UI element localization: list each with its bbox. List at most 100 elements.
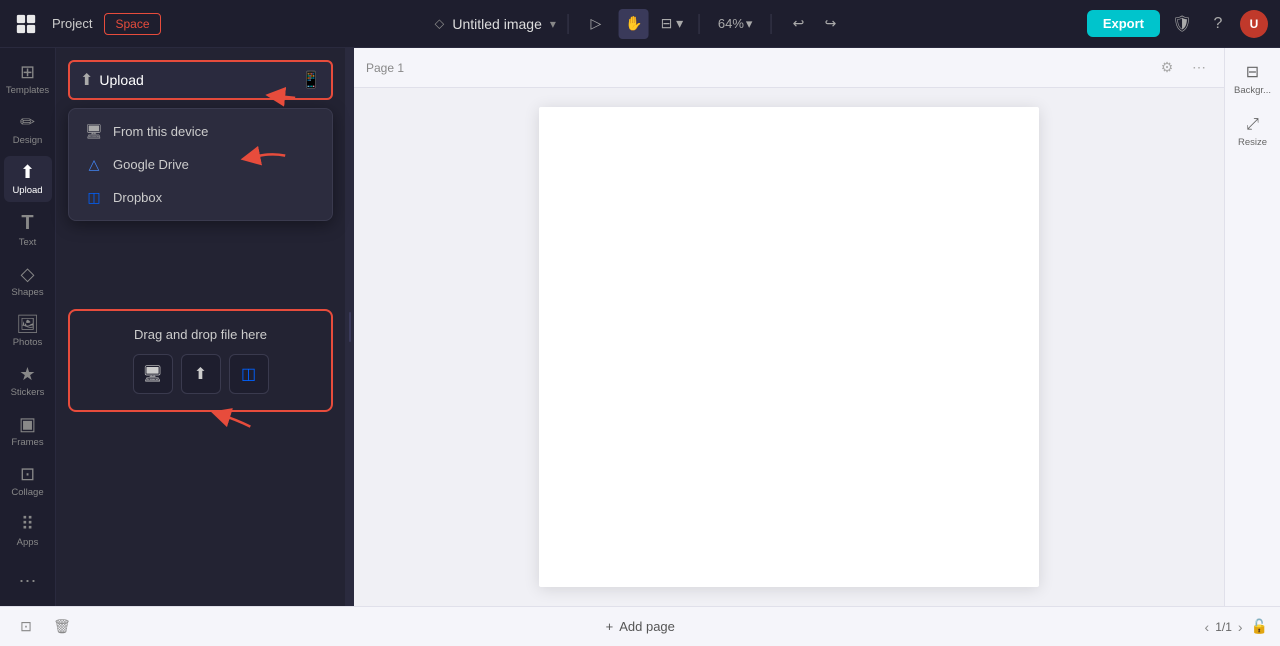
dropdown-gdrive-label: Google Drive bbox=[113, 157, 189, 172]
sidebar-item-upload-label: Upload bbox=[12, 185, 42, 196]
sidebar-item-upload[interactable]: ⬆ Upload bbox=[4, 156, 52, 202]
resize-label: Resize bbox=[1238, 137, 1267, 148]
more-icon: ⋯ bbox=[19, 571, 37, 592]
add-page-label: Add page bbox=[619, 619, 675, 634]
sidebar-item-frames[interactable]: ▣ Frames bbox=[4, 408, 52, 454]
sidebar-item-design-label: Design bbox=[13, 135, 43, 146]
canvas-area: Page 1 ⚙ ⋯ bbox=[354, 48, 1224, 606]
layout-button[interactable]: ⊟ ▾ bbox=[657, 9, 687, 39]
avatar[interactable]: U bbox=[1240, 10, 1268, 38]
hand-tool-button[interactable]: ✋ bbox=[619, 9, 649, 39]
dropdown-device-label: From this device bbox=[113, 124, 208, 139]
sidebar-item-stickers[interactable]: ★ Stickers bbox=[4, 358, 52, 404]
drag-drop-icons: 🖥 ⬆ ◫ bbox=[133, 354, 269, 394]
white-canvas bbox=[539, 107, 1039, 587]
dd-screen-button[interactable]: 🖥 bbox=[133, 354, 173, 394]
canvas-more-button[interactable]: ⋯ bbox=[1186, 55, 1212, 81]
add-page-button[interactable]: + Add page bbox=[598, 615, 683, 638]
topbar-right: Export 🛡 ? U bbox=[1087, 10, 1268, 38]
frames-icon: ▣ bbox=[19, 414, 36, 435]
upload-cloud-icon: ⬆ bbox=[80, 70, 93, 90]
canvas-toolbar-right: ⚙ ⋯ bbox=[1154, 55, 1212, 81]
zoom-chevron-icon: ▾ bbox=[746, 16, 753, 32]
export-button[interactable]: Export bbox=[1087, 10, 1160, 37]
bottom-center: + Add page bbox=[84, 615, 1197, 638]
sidebar-item-photos[interactable]: 🖼 Photos bbox=[4, 308, 52, 354]
doc-chevron-icon[interactable]: ▾ bbox=[550, 17, 556, 31]
background-icon: ⊟ bbox=[1246, 62, 1259, 82]
drag-drop-label: Drag and drop file here bbox=[134, 327, 267, 342]
sidebar-item-design[interactable]: ✏ Design bbox=[4, 106, 52, 152]
main-area: ⊞ Templates ✏ Design ⬆ Upload T Text ◇ S… bbox=[0, 48, 1280, 606]
zoom-control[interactable]: 64% ▾ bbox=[712, 12, 759, 36]
upload-header-row: ⬆ Upload 📱 bbox=[68, 60, 333, 100]
next-page-button[interactable]: › bbox=[1238, 619, 1243, 635]
upload-button-label: Upload bbox=[99, 72, 295, 88]
dropdown-item-device[interactable]: 🖥 From this device bbox=[69, 115, 332, 148]
canvas-settings-button[interactable]: ⚙ bbox=[1154, 55, 1180, 81]
canvas-content bbox=[354, 88, 1224, 606]
sidebar-item-collage-label: Collage bbox=[11, 487, 43, 498]
zoom-level: 64% bbox=[718, 16, 744, 31]
undo-button[interactable]: ↩ bbox=[783, 9, 813, 39]
sidebar-item-collage[interactable]: ⊡ Collage bbox=[4, 458, 52, 504]
logo-icon[interactable] bbox=[12, 10, 40, 38]
photos-icon: 🖼 bbox=[16, 314, 39, 335]
text-icon: T bbox=[21, 212, 33, 235]
add-page-icon: + bbox=[606, 619, 614, 634]
doc-icon: ⬦ bbox=[435, 15, 445, 32]
doc-title: Untitled image bbox=[452, 16, 542, 32]
right-panel: ⊟ Backgr... ⤢ Resize bbox=[1224, 48, 1280, 606]
duplicate-page-button[interactable]: ⊡ bbox=[12, 613, 40, 641]
sidebar-item-templates-label: Templates bbox=[6, 85, 49, 96]
sidebar-item-shapes[interactable]: ◇ Shapes bbox=[4, 258, 52, 304]
sidebar-item-frames-label: Frames bbox=[11, 437, 43, 448]
dd-dropbox-icon: ◫ bbox=[241, 364, 256, 384]
bottom-bar: ⊡ 🗑 + Add page ‹ 1/1 › 🔓 bbox=[0, 606, 1280, 646]
resize-button[interactable]: ⤢ Resize bbox=[1231, 110, 1275, 154]
device-icon: 🖥 bbox=[85, 123, 103, 140]
divider2 bbox=[699, 14, 700, 34]
lock-button[interactable]: 🔓 bbox=[1251, 618, 1268, 635]
divider3 bbox=[770, 14, 771, 34]
help-icon-button[interactable]: ? bbox=[1204, 10, 1232, 38]
sidebar-item-photos-label: Photos bbox=[13, 337, 43, 348]
project-name: Project bbox=[52, 16, 92, 31]
upload-icon: ⬆ bbox=[20, 162, 35, 183]
dd-upload-button[interactable]: ⬆ bbox=[181, 354, 221, 394]
templates-icon: ⊞ bbox=[20, 62, 35, 83]
panel-resize-handle[interactable] bbox=[346, 48, 354, 606]
background-button[interactable]: ⊟ Backgr... bbox=[1231, 56, 1275, 102]
resize-icon: ⤢ bbox=[1246, 116, 1259, 134]
page-indicator: 1/1 bbox=[1215, 620, 1232, 634]
sidebar-item-text[interactable]: T Text bbox=[4, 206, 52, 254]
design-icon: ✏ bbox=[20, 112, 35, 133]
shield-icon-button[interactable]: 🛡 bbox=[1168, 10, 1196, 38]
sidebar-item-apps[interactable]: ⠿ Apps bbox=[4, 508, 52, 554]
undo-redo-group: ↩ ↪ bbox=[783, 9, 845, 39]
pointer-tool-button[interactable]: ▷ bbox=[581, 9, 611, 39]
apps-icon: ⠿ bbox=[21, 514, 34, 535]
dd-dropbox-button[interactable]: ◫ bbox=[229, 354, 269, 394]
resize-indicator bbox=[349, 312, 351, 342]
sidebar-item-text-label: Text bbox=[19, 237, 36, 248]
sidebar-item-templates[interactable]: ⊞ Templates bbox=[4, 56, 52, 102]
sidebar-item-stickers-label: Stickers bbox=[11, 387, 45, 398]
phone-icon[interactable]: 📱 bbox=[301, 70, 321, 90]
dropbox-icon: ◫ bbox=[85, 189, 103, 206]
page-nav: ‹ 1/1 › bbox=[1205, 619, 1243, 635]
dd-upload-icon: ⬆ bbox=[194, 364, 207, 384]
drag-drop-area[interactable]: Drag and drop file here 🖥 ⬆ ◫ bbox=[68, 309, 333, 412]
dropdown-item-gdrive[interactable]: △ Google Drive bbox=[69, 148, 332, 181]
sidebar-item-more[interactable]: ⋯ bbox=[4, 565, 52, 598]
collage-icon: ⊡ bbox=[20, 464, 35, 485]
topbar-left: Project Space bbox=[12, 10, 161, 38]
background-label: Backgr... bbox=[1234, 85, 1271, 96]
prev-page-button[interactable]: ‹ bbox=[1205, 619, 1210, 635]
dropdown-item-dropbox[interactable]: ◫ Dropbox bbox=[69, 181, 332, 214]
gdrive-icon: △ bbox=[85, 156, 103, 173]
delete-page-button[interactable]: 🗑 bbox=[48, 613, 76, 641]
redo-button[interactable]: ↪ bbox=[815, 9, 845, 39]
space-button[interactable]: Space bbox=[104, 13, 160, 35]
upload-panel: ⬆ Upload 📱 🖥 From this device △ Google D… bbox=[56, 48, 346, 606]
